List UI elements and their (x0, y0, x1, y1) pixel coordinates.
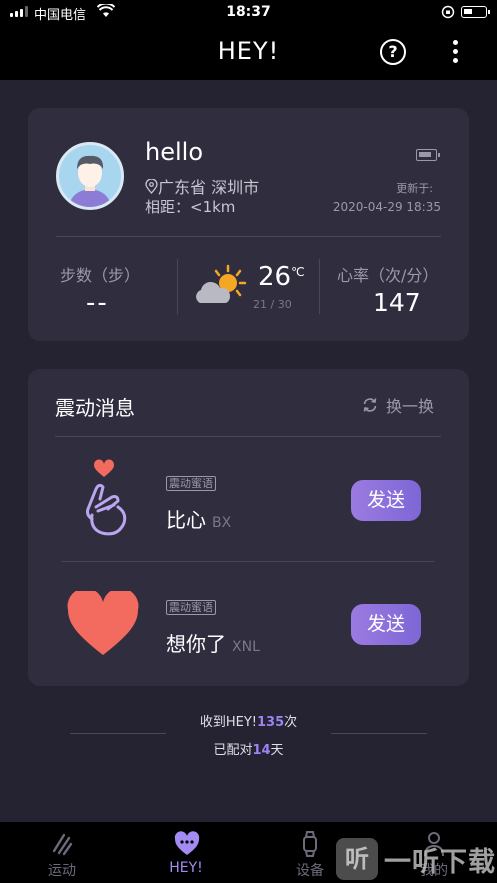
paired-days-text: 已配对14天 (0, 739, 497, 758)
divider (56, 236, 441, 237)
finger-heart-icon (78, 459, 130, 539)
paired-prefix: 已配对 (213, 743, 253, 758)
temperature-unit: ℃ (291, 265, 305, 279)
received-count: 135 (257, 715, 285, 730)
paired-days: 14 (252, 743, 271, 758)
received-count-text: 收到HEY!135次 (0, 711, 497, 730)
clock: 18:37 (226, 4, 271, 20)
status-bar: 中国电信 18:37 (0, 0, 497, 24)
send-button[interactable]: 发送 (351, 604, 421, 645)
send-button[interactable]: 发送 (351, 480, 421, 521)
message-text: 比心 BX (166, 504, 231, 533)
tab-label: 运动 (48, 863, 76, 879)
message-code: BX (212, 515, 232, 531)
heart-rate-label: 心率（次/分） (337, 266, 439, 285)
rotation-lock-icon (441, 5, 455, 23)
message-label: 比心 (166, 508, 206, 532)
steps-label: 步数（步） (60, 266, 141, 285)
received-prefix: 收到HEY! (199, 715, 257, 730)
message-code: XNL (232, 639, 260, 655)
heart-icon (66, 588, 140, 657)
received-suffix: 次 (284, 715, 298, 730)
watch-icon (298, 831, 322, 857)
stats-divider (177, 259, 178, 314)
watermark-text: 一听下载 (384, 846, 496, 878)
divider (70, 733, 166, 734)
sport-icon (50, 831, 74, 857)
stats-divider (319, 259, 320, 314)
battery-icon (461, 6, 490, 18)
device-battery-icon (416, 149, 440, 161)
paired-suffix: 天 (270, 743, 284, 758)
page-title: HEY! (217, 37, 280, 65)
app-header: HEY! ? (0, 24, 497, 80)
message-tag: 震动蜜语 (166, 600, 216, 615)
hey-heart-chat-icon (174, 831, 200, 857)
divider (331, 733, 427, 734)
partly-cloudy-icon (192, 263, 248, 309)
more-menu-icon[interactable] (448, 40, 462, 66)
location-row: 广东省 深圳市 (145, 174, 259, 198)
heart-rate-value: 147 (373, 288, 421, 317)
help-icon[interactable]: ? (380, 39, 406, 65)
watermark-logo: 听 (336, 838, 378, 880)
partner-name: hello (145, 138, 203, 166)
updated-time: 2020-04-29 18:35 (332, 200, 441, 214)
divider (62, 561, 434, 562)
updated-label: 更新于: (396, 182, 433, 195)
tab-sport[interactable]: 运动 (0, 822, 124, 883)
vibration-messages-card: 震动消息 换一换 震动蜜语 比心 BX 发送 震动蜜语 想你了 XNL 发送 (28, 369, 469, 686)
refresh-button[interactable]: 换一换 (362, 393, 434, 417)
temperature-range: 21 / 30 (253, 298, 292, 311)
location-pin-icon (145, 178, 158, 194)
steps-value: -- (86, 288, 109, 318)
temperature: 26℃ (258, 262, 305, 292)
section-title: 震动消息 (55, 396, 135, 420)
refresh-label: 换一换 (386, 397, 435, 416)
refresh-icon (363, 398, 377, 412)
divider (55, 436, 441, 437)
avatar[interactable] (56, 142, 124, 210)
temperature-value: 26 (258, 262, 292, 292)
distance-text: 相距：<1km (145, 198, 236, 216)
watermark: 听 一听下载 (336, 838, 496, 880)
tab-hey[interactable]: HEY! (124, 822, 248, 883)
message-label: 想你了 (166, 632, 226, 656)
partner-profile-card: hello 广东省 深圳市 相距：<1km 更新于: 2020-04-29 18… (28, 108, 469, 341)
location-text: 广东省 深圳市 (158, 178, 260, 197)
message-tag: 震动蜜语 (166, 476, 216, 491)
tab-label: HEY! (169, 860, 203, 876)
message-text: 想你了 XNL (166, 628, 260, 657)
